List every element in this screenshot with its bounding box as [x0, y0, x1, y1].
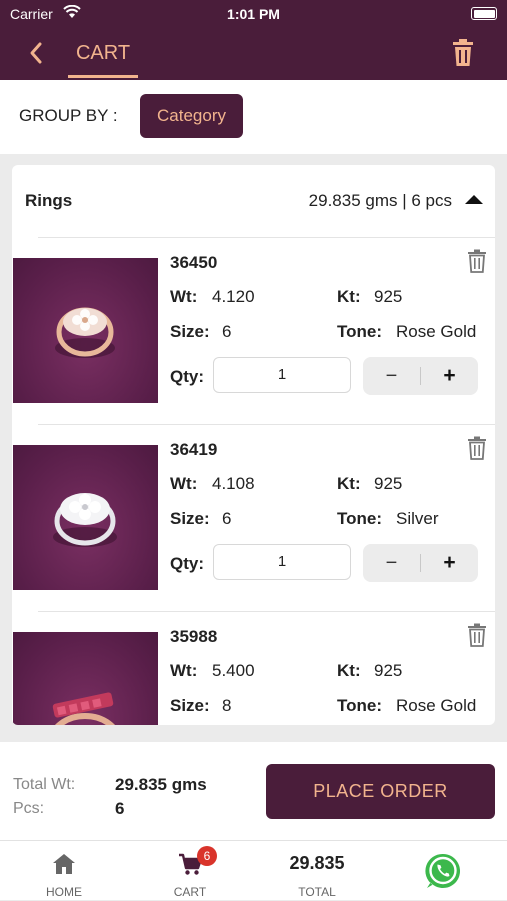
product-image[interactable] [13, 632, 158, 725]
karat-value: 925 [374, 474, 403, 493]
karat-label: Kt: [337, 287, 361, 306]
weight-label: Wt: [170, 287, 198, 306]
decrement-button[interactable]: − [363, 544, 420, 582]
total-value: 29.835 [289, 853, 345, 873]
whatsapp-icon [425, 853, 461, 888]
tone-value: Rose Gold [396, 322, 477, 341]
tab-home-label: HOME [46, 885, 82, 899]
collapse-arrow-icon[interactable] [465, 195, 483, 204]
tone-value: Silver [396, 509, 439, 528]
battery-icon [471, 7, 497, 20]
pieces-value: 6 [115, 799, 125, 818]
page-title[interactable]: CART [68, 40, 138, 80]
cart-item: 36450 Wt: 4.120 Kt: 925 Size: 6 Tone: Ro… [12, 237, 495, 424]
group-by-bar: GROUP BY : Category [0, 80, 507, 154]
navbar: CART [0, 30, 507, 80]
product-image[interactable] [13, 258, 158, 403]
tab-cart[interactable]: 6 CART [140, 841, 240, 901]
ring-image-ruby [52, 692, 115, 725]
size-value: 6 [222, 509, 232, 528]
quantity-stepper: − + [363, 544, 478, 582]
product-sku: 35988 [170, 627, 218, 646]
product-sku: 36450 [170, 253, 218, 272]
category-card: Rings 29.835 gms | 6 pcs 36450 Wt: 4.120… [12, 165, 495, 725]
decrement-button[interactable]: − [363, 357, 420, 395]
home-icon [53, 854, 75, 874]
size-label: Size: [170, 696, 210, 715]
increment-button[interactable]: + [421, 357, 478, 395]
weight-label: Wt: [170, 661, 198, 680]
tone-label: Tone: [337, 322, 383, 341]
quantity-stepper: − + [363, 357, 478, 395]
category-summary: 29.835 gms | 6 pcs [308, 191, 452, 210]
total-weight-label: Total Wt: [13, 776, 76, 793]
qty-label: Qty: [170, 554, 204, 573]
group-by-label: GROUP BY : [19, 106, 118, 125]
ring-image-silver [53, 493, 117, 547]
weight-value: 4.108 [212, 474, 255, 493]
karat-label: Kt: [337, 661, 361, 680]
divider [38, 424, 495, 425]
quantity-input[interactable]: 1 [213, 357, 351, 393]
size-label: Size: [170, 322, 210, 341]
delete-item-trash-icon[interactable] [467, 249, 487, 273]
karat-value: 925 [374, 287, 403, 306]
size-label: Size: [170, 509, 210, 528]
size-value: 8 [222, 696, 232, 715]
tab-cart-label: CART [173, 885, 207, 899]
product-sku: 36419 [170, 440, 218, 459]
qty-label: Qty: [170, 367, 204, 386]
category-header[interactable]: Rings 29.835 gms | 6 pcs [12, 165, 495, 237]
weight-label: Wt: [170, 474, 198, 493]
clear-cart-trash-icon[interactable] [451, 39, 475, 67]
place-order-button[interactable]: PLACE ORDER [266, 764, 495, 819]
weight-value: 4.120 [212, 287, 255, 306]
ring-image-rose-gold [55, 307, 115, 358]
tab-bar: HOME 6 CART 29.835 TOTAL [0, 840, 507, 900]
tone-value: Rose Gold [396, 696, 477, 715]
tone-label: Tone: [337, 696, 383, 715]
divider [38, 237, 495, 238]
title-underline [68, 75, 138, 78]
tab-total-label: TOTAL [298, 885, 336, 899]
size-value: 6 [222, 322, 232, 341]
clock: 1:01 PM [227, 6, 280, 22]
pieces-label: Pcs: [13, 800, 45, 817]
tab-total[interactable]: 29.835 TOTAL [267, 841, 367, 901]
group-by-category-button[interactable]: Category [140, 94, 243, 138]
delete-item-trash-icon[interactable] [467, 623, 487, 647]
tab-whatsapp[interactable] [394, 841, 494, 901]
product-image[interactable] [13, 445, 158, 590]
category-name: Rings [25, 191, 73, 210]
cart-item: 35988 Wt: 5.400 Kt: 925 Size: 8 Tone: Ro… [12, 611, 495, 725]
divider [38, 611, 495, 612]
cart-item: 36419 Wt: 4.108 Kt: 925 Size: 6 Tone: Si… [12, 424, 495, 611]
karat-label: Kt: [337, 474, 361, 493]
status-bar: Carrier 1:01 PM [0, 0, 507, 30]
karat-value: 925 [374, 661, 403, 680]
quantity-input[interactable]: 1 [213, 544, 351, 580]
tab-home[interactable]: HOME [14, 841, 114, 901]
back-chevron-icon[interactable] [24, 38, 54, 68]
total-weight-value: 29.835 gms [115, 775, 207, 794]
tone-label: Tone: [337, 509, 383, 528]
increment-button[interactable]: + [421, 544, 478, 582]
order-summary: Total Wt: 29.835 gms Pcs: 6 PLACE ORDER [0, 742, 507, 840]
cart-count-badge: 6 [197, 846, 217, 866]
weight-value: 5.400 [212, 661, 255, 680]
delete-item-trash-icon[interactable] [467, 436, 487, 460]
